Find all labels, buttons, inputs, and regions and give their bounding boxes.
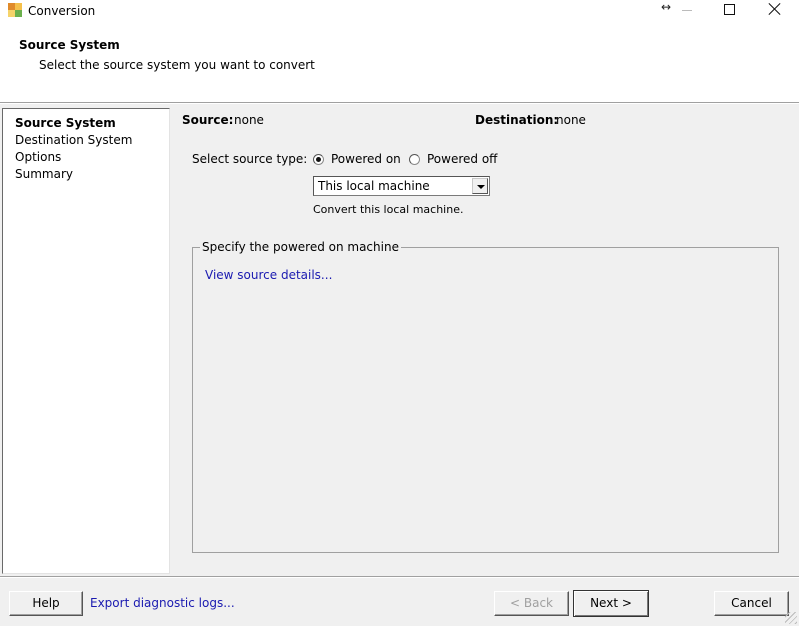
view-source-details-link[interactable]: View source details... [205, 268, 332, 282]
step-options[interactable]: Options [15, 150, 61, 164]
export-diagnostic-logs-link[interactable]: Export diagnostic logs... [90, 596, 235, 610]
window-title: Conversion [28, 4, 96, 18]
resize-grip[interactable] [785, 612, 797, 624]
resize-icon[interactable]: ↔ [661, 0, 671, 14]
destination-label: Destination: [475, 113, 559, 127]
powered-on-label[interactable]: Powered on [331, 152, 401, 166]
step-summary[interactable]: Summary [15, 167, 73, 181]
cancel-button[interactable]: Cancel [714, 591, 789, 616]
source-value: none [234, 113, 264, 127]
powered-off-label[interactable]: Powered off [427, 152, 497, 166]
powered-off-radio[interactable] [409, 154, 420, 165]
footer-divider [0, 576, 799, 578]
back-button[interactable]: < Back [494, 591, 569, 616]
title-bar: Conversion ↔ [0, 0, 799, 24]
chevron-down-icon[interactable] [472, 178, 488, 194]
step-source-system[interactable]: Source System [15, 116, 116, 130]
wizard-header: Source System Select the source system y… [0, 24, 799, 102]
step-destination-system[interactable]: Destination System [15, 133, 132, 147]
help-button[interactable]: Help [9, 591, 83, 616]
app-icon [8, 3, 22, 17]
minimize-button[interactable] [682, 10, 692, 11]
maximize-button[interactable] [724, 4, 735, 15]
wizard-steps: Source System Destination System Options… [2, 108, 170, 574]
source-type-label: Select source type: [192, 152, 308, 166]
source-machine-select[interactable]: This local machine [313, 176, 490, 196]
powered-on-radio[interactable] [313, 154, 324, 165]
group-legend: Specify the powered on machine [200, 240, 401, 254]
close-button[interactable] [768, 2, 782, 16]
destination-value: none [556, 113, 586, 127]
source-label: Source: [182, 113, 234, 127]
page-title: Source System [19, 38, 120, 52]
header-divider [0, 102, 799, 104]
powered-on-machine-group [192, 247, 779, 553]
page-subtitle: Select the source system you want to con… [39, 58, 315, 72]
source-type-hint: Convert this local machine. [313, 203, 464, 216]
next-button[interactable]: Next > [573, 590, 649, 617]
source-machine-select-value: This local machine [318, 179, 430, 193]
